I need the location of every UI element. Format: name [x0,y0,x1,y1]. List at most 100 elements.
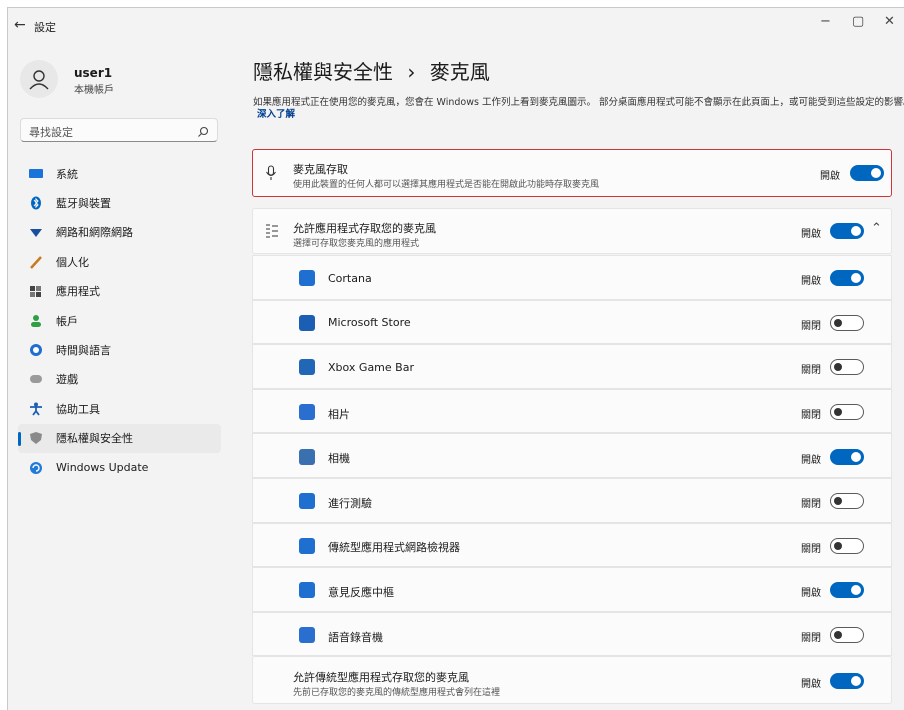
app-toggle[interactable] [830,404,864,421]
update-icon [28,460,44,476]
app-toggle[interactable] [830,537,864,554]
app-row: Cortana 開啟 [252,255,892,300]
app-state: 開啟 [801,276,821,288]
app-icon [299,448,315,465]
sidebar-item-label: 時間與語言 [56,344,111,358]
app-name: Microsoft Store [328,316,411,330]
app-toggle[interactable] [830,314,864,331]
app-icon [299,404,315,421]
accessibility-icon [28,401,44,417]
app-row: 傳統型應用程式網路檢視器 關閉 [252,522,892,568]
sidebar-item-system[interactable]: 系統 [18,159,221,188]
app-name: 相機 [328,452,350,466]
app-toggle[interactable] [830,582,864,599]
app-icon [299,537,315,554]
mic-access-card: 麥克風存取 使用此裝置的任何人都可以選擇其應用程式是否能在開啟此功能時存取麥克風… [252,149,892,197]
app-icon [299,359,315,376]
wifi-icon [28,224,44,240]
app-state: 關閉 [801,410,821,422]
sidebar-item-label: 遊戲 [56,373,78,387]
mic-access-state: 開啟 [820,171,840,182]
active-indicator [18,431,21,446]
list-icon [265,223,279,243]
app-icon [299,493,315,510]
app-state: 關閉 [801,499,821,511]
app-state: 開啟 [801,454,821,466]
search-placeholder: 尋找設定 [29,126,73,139]
app-row: 進行測驗 關閉 [252,478,892,523]
brush-icon [28,254,44,270]
mic-access-toggle[interactable] [850,165,884,181]
avatar[interactable] [20,60,58,98]
person-icon [29,70,49,90]
sidebar-item-time-language[interactable]: 時間與語言 [18,335,221,364]
monitor-icon [28,166,44,182]
app-row: 相機 開啟 [252,433,892,478]
sidebar-nav: 系統 藍牙與裝置 網路和網際網路 個人化 應用程式 帳戶 時間與語言 遊戲 協助… [18,159,221,482]
gamepad-icon [28,371,44,387]
user-account-type: 本機帳戶 [74,85,114,96]
app-access-subtitle: 選擇可存取您麥克風的應用程式 [293,239,420,249]
app-toggle[interactable] [830,627,864,644]
desktop-apps-toggle[interactable] [830,673,864,689]
app-name: Xbox Game Bar [328,360,414,374]
sidebar-item-windows-update[interactable]: Windows Update [18,453,221,482]
apps-icon [28,283,44,299]
person-icon [28,313,44,329]
desktop-apps-card: 允許傳統型應用程式存取您的麥克風 先前已存取您的麥克風的傳統型應用程式會列在這裡… [252,656,892,704]
sidebar-item-accessibility[interactable]: 協助工具 [18,394,221,423]
app-toggle[interactable] [830,359,864,376]
globe-clock-icon [28,342,44,358]
close-button[interactable]: ✕ [884,14,895,29]
user-name: user1 [74,66,113,80]
chevron-up-icon[interactable]: ⌃ [871,221,882,236]
app-toggle[interactable] [830,448,864,465]
app-toggle[interactable] [830,493,864,510]
app-title: 設定 [34,21,56,34]
breadcrumb-separator: › [407,60,416,84]
sidebar-item-bluetooth[interactable]: 藍牙與裝置 [18,188,221,217]
sidebar-item-privacy-security[interactable]: 隱私權與安全性 [18,423,221,453]
app-row: Microsoft Store 關閉 [252,299,892,345]
app-state: 開啟 [801,588,821,600]
description-text: 如果應用程式正在使用您的麥克風，您會在 Windows 工作列上看到麥克風圖示。… [253,97,904,108]
breadcrumb-current: 麥克風 [429,60,490,84]
bluetooth-icon [28,195,44,211]
learn-more-link[interactable]: 深入了解 [257,109,295,120]
app-name: 意見反應中樞 [328,585,394,599]
app-toggle[interactable] [830,270,864,287]
sidebar-item-personalization[interactable]: 個人化 [18,247,221,276]
mic-access-subtitle: 使用此裝置的任何人都可以選擇其應用程式是否能在開啟此功能時存取麥克風 [293,180,600,190]
sidebar-item-gaming[interactable]: 遊戲 [18,365,221,394]
app-row: 語音錄音機 關閉 [252,611,892,657]
search-input[interactable]: 尋找設定 [20,118,218,142]
app-name: 相片 [328,407,350,421]
app-name: 傳統型應用程式網路檢視器 [328,541,460,555]
mic-access-title: 麥克風存取 [293,163,348,176]
app-access-toggle[interactable] [830,223,864,239]
sidebar-item-label: 隱私權與安全性 [56,432,133,446]
app-icon [299,270,315,287]
desktop-apps-state: 開啟 [801,679,821,690]
desktop-apps-subtitle: 先前已存取您的麥克風的傳統型應用程式會列在這裡 [293,688,501,698]
breadcrumb-parent[interactable]: 隱私權與安全性 [253,60,393,84]
app-icon [299,627,315,644]
sidebar-item-accounts[interactable]: 帳戶 [18,306,221,335]
sidebar-item-apps[interactable]: 應用程式 [18,277,221,306]
sidebar-item-label: 藍牙與裝置 [56,197,111,211]
page-description: 如果應用程式正在使用您的麥克風，您會在 Windows 工作列上看到麥克風圖示。… [253,97,904,121]
page-title: 隱私權與安全性 › 麥克風 [253,56,490,85]
sidebar-item-label: 系統 [56,167,78,181]
app-state: 關閉 [801,320,821,332]
app-state: 關閉 [801,365,821,377]
sidebar-item-network[interactable]: 網路和網際網路 [18,218,221,247]
minimize-button[interactable]: − [820,14,831,29]
maximize-button[interactable]: ▢ [852,14,864,29]
back-button[interactable]: ← [14,17,26,33]
app-state: 關閉 [801,633,821,645]
app-access-card[interactable]: 允許應用程式存取您的麥克風 選擇可存取您麥克風的應用程式 開啟 ⌃ [252,208,892,254]
sidebar-item-label: 個人化 [56,255,89,269]
sidebar-item-label: 網路和網際網路 [56,226,133,240]
app-state: 關閉 [801,543,821,555]
sidebar-item-label: 帳戶 [56,314,78,328]
